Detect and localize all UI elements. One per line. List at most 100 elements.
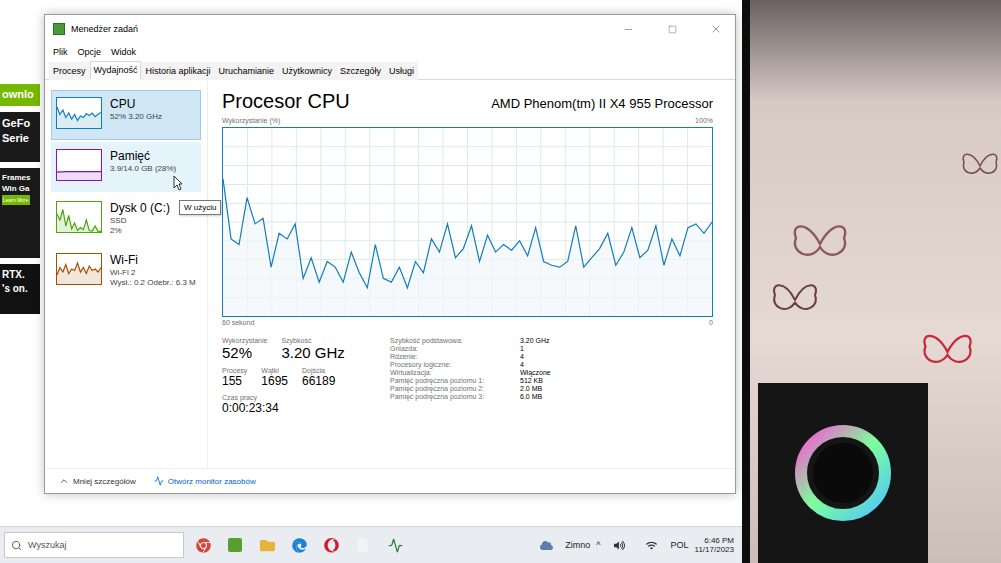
- tray-toggle[interactable]: ^: [596, 540, 600, 550]
- tab[interactable]: Usługi: [385, 62, 418, 80]
- search-box[interactable]: Wyszukaj: [4, 532, 184, 558]
- sidebar-name: Dysk 0 (C:): [110, 201, 170, 215]
- butterfly-icon: [790, 220, 850, 268]
- taskbar-app[interactable]: [350, 532, 376, 558]
- promo-banner: FramesWin GaLearn More: [0, 168, 40, 258]
- detail-label: Wirtualizacja:: [390, 369, 514, 376]
- tab[interactable]: Szczegóły: [336, 62, 385, 80]
- bottom-banner: RTX.'s on.: [0, 264, 40, 314]
- stat-value: 52%: [222, 344, 267, 361]
- taskbar-app[interactable]: [254, 532, 280, 558]
- count: Wątki1695: [261, 367, 288, 388]
- taskbar-app[interactable]: [190, 532, 216, 558]
- resource-monitor-link[interactable]: Otwórz monitor zasobów: [154, 476, 256, 486]
- detail-label: Pamięć podręczna poziomu 3:: [390, 393, 514, 400]
- count-label: Procesy: [222, 367, 247, 374]
- close-button[interactable]: [697, 15, 735, 43]
- language[interactable]: POL: [671, 540, 689, 550]
- volume-button[interactable]: [607, 532, 633, 558]
- sidebar-item[interactable]: Wi-FiWi-Fi 2Wysł.: 0.2 Odebr.: 6.3 M: [51, 246, 201, 296]
- monitor-screen: ownloGeFoSerieFramesWin GaLearn MoreRTX.…: [0, 0, 742, 563]
- mouse-cursor: [173, 175, 183, 191]
- menu-item[interactable]: Widok: [111, 47, 136, 57]
- detail-label: Szybkość podstawowa:: [390, 337, 514, 344]
- taskbar-app[interactable]: [286, 532, 312, 558]
- menu-item[interactable]: Opcje: [78, 47, 102, 57]
- clock-date: 11/17/2023: [695, 545, 734, 554]
- count: Dojścia66189: [302, 367, 335, 388]
- sidebar-detail: 2%: [110, 226, 170, 235]
- learn-more-button[interactable]: Learn More: [2, 195, 30, 205]
- tab[interactable]: Historia aplikacji: [141, 62, 214, 80]
- sidebar-detail: Wysł.: 0.2 Odebr.: 6.3 M: [110, 278, 196, 287]
- taskbar-app[interactable]: [318, 532, 344, 558]
- minimize-icon: [623, 24, 634, 35]
- sidebar-item[interactable]: CPU52% 3.20 GHz: [51, 90, 201, 140]
- desktop: ownloGeFoSerieFramesWin GaLearn MoreRTX.…: [0, 0, 742, 526]
- butterfly-icon: [920, 330, 975, 374]
- clock[interactable]: 6:46 PM11/17/2023: [695, 536, 734, 554]
- window-footer: Mniej szczegółów Otwórz monitor zasobów: [45, 468, 735, 493]
- count-value: 155: [222, 374, 247, 388]
- sidebar-text: Dysk 0 (C:)SSD2%: [110, 201, 170, 235]
- count-value: 1695: [261, 374, 288, 388]
- sidebar-detail: Wi-Fi 2: [110, 268, 196, 277]
- stat-label: Szybkość: [281, 337, 344, 344]
- detail-label: Rdzenie:: [390, 353, 514, 360]
- y-max-label: 100%: [695, 117, 713, 127]
- close-icon: [710, 23, 722, 35]
- y-axis-label: Wykorzystanie (%): [222, 117, 280, 127]
- panel-header: Procesor CPUAMD Phenom(tm) II X4 955 Pro…: [222, 90, 713, 113]
- menu-item[interactable]: Plik: [53, 47, 68, 57]
- detail-label: Pamięć podręczna poziomu 2:: [390, 385, 514, 392]
- promo-text: Frames: [2, 173, 38, 182]
- chrome-icon: [196, 538, 211, 553]
- browser-heading: ownlo: [0, 84, 40, 106]
- detail-label: Pamięć podręczna poziomu 1:: [390, 377, 514, 384]
- maximize-icon: [668, 25, 677, 34]
- chart-box: [222, 127, 713, 317]
- count: Procesy155: [222, 367, 247, 388]
- sidebar: CPU52% 3.20 GHz Pamięć3.9/14.0 GB (28%) Dy…: [45, 80, 208, 468]
- task-manager-icon: [388, 538, 403, 553]
- title-bar: Menedżer zadań: [45, 15, 735, 43]
- tab[interactable]: Wydajność: [90, 61, 142, 80]
- detail-label: Gniazda:: [390, 345, 514, 352]
- taskbar-app[interactable]: [222, 532, 248, 558]
- weather-widget[interactable]: [533, 532, 559, 558]
- count-label: Dojścia: [302, 367, 335, 374]
- task-manager-window[interactable]: Menedżer zadańPlikOpcjeWidokProcesyWydaj…: [44, 14, 736, 494]
- stat-value: 3.20 GHz: [281, 344, 344, 361]
- tab[interactable]: Procesy: [49, 62, 90, 80]
- wall-background: [750, 0, 1001, 563]
- taskbar-app[interactable]: [382, 532, 408, 558]
- tab[interactable]: Uruchamianie: [214, 62, 278, 80]
- thumbnail: [56, 201, 102, 233]
- speaker: [758, 383, 928, 563]
- detail-value: 4: [520, 353, 551, 360]
- volume-icon: [614, 540, 625, 551]
- mini-graph: [57, 150, 101, 180]
- rgb-ring-icon: [788, 418, 898, 528]
- wifi-button[interactable]: [639, 532, 665, 558]
- photo-frame: ownloGeFoSerieFramesWin GaLearn MoreRTX.…: [0, 0, 1001, 563]
- chart-top-labels: Wykorzystanie (%) 100%: [222, 117, 713, 127]
- tooltip: W użyciu: [179, 200, 221, 215]
- window-title: Menedżer zadań: [71, 24, 603, 34]
- maximize-button[interactable]: [653, 15, 691, 43]
- minimize-button[interactable]: [609, 15, 647, 43]
- x-axis-label: 60 sekund: [222, 319, 254, 329]
- monitor-bezel: [742, 0, 750, 563]
- tab[interactable]: Użytkownicy: [278, 62, 336, 80]
- clock-time: 6:46 PM: [704, 536, 734, 545]
- sidebar-detail: SSD: [110, 216, 170, 225]
- stats-area: Wykorzystanie52%Szybkość3.20 GHzProcesy1…: [222, 337, 713, 415]
- detail-value: Włączone: [520, 369, 551, 376]
- count-value: 66189: [302, 374, 335, 388]
- cpu-model: AMD Phenom(tm) II X4 955 Processor: [491, 96, 713, 111]
- less-details-button[interactable]: Mniej szczegółów: [59, 476, 136, 486]
- sidebar-text: Pamięć3.9/14.0 GB (28%): [110, 149, 176, 173]
- task-manager-icon: [53, 23, 65, 35]
- folder-icon: [260, 538, 275, 553]
- butterfly-icon: [960, 150, 1000, 182]
